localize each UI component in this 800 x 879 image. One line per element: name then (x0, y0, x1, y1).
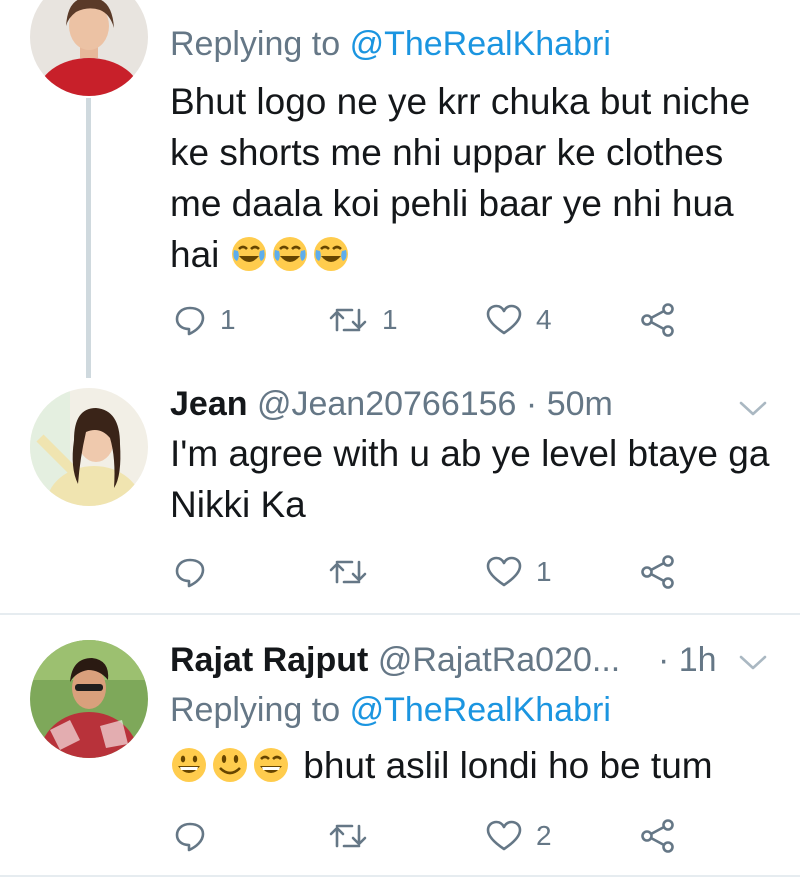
reply-icon (174, 820, 206, 852)
display-name[interactable]: Jean (170, 385, 248, 423)
tears-of-joy-emoji (230, 235, 268, 273)
divider (0, 875, 800, 877)
heart-icon (486, 304, 522, 336)
user-handle[interactable]: @Jean20766156 (257, 385, 517, 423)
share-icon (640, 819, 676, 853)
replying-to: Replying to @TheRealKhabri (170, 24, 611, 64)
timestamp[interactable]: · 1h (658, 641, 717, 679)
mention-link[interactable]: @TheRealKhabri (350, 691, 611, 729)
mention-link[interactable]: @TheRealKhabri (350, 25, 611, 63)
avatar[interactable] (30, 0, 148, 96)
share-icon (640, 555, 676, 589)
like-button[interactable]: 4 (486, 300, 552, 340)
reply-count: 1 (220, 304, 236, 335)
retweet-button[interactable]: 1 (328, 300, 398, 340)
replying-prefix: Replying to (170, 25, 341, 63)
tears-of-joy-emoji (312, 235, 350, 273)
retweet-icon (328, 304, 368, 336)
tweet-text: Bhut logo ne ye krr chuka but niche ke s… (170, 76, 780, 280)
retweet-icon (328, 820, 368, 852)
display-name[interactable]: Rajat Rajput (170, 641, 368, 679)
reply-button[interactable]: 1 (174, 300, 236, 340)
like-button[interactable]: 2 (486, 816, 552, 856)
heart-icon (486, 556, 522, 588)
retweet-button[interactable] (328, 552, 382, 592)
avatar[interactable] (30, 640, 148, 758)
retweet-icon (328, 556, 368, 588)
thread-line (86, 98, 91, 378)
smiling-face-emoji (211, 746, 249, 784)
share-button[interactable] (640, 816, 676, 856)
reply-button[interactable] (174, 816, 220, 856)
timestamp-wrap: · 1h (658, 640, 717, 680)
timestamp[interactable]: · 50m (526, 385, 613, 423)
chevron-down-icon[interactable] (738, 398, 768, 418)
user-handle[interactable]: @RajatRa020... (378, 641, 620, 679)
tweet-2[interactable]: Jean @Jean20766156 · 50m I'm agree with … (0, 380, 800, 614)
avatar[interactable] (30, 388, 148, 506)
tweet-3[interactable]: Rajat Rajput @RajatRa020... · 1h Replyin… (0, 616, 800, 879)
retweet-button[interactable] (328, 816, 382, 856)
heart-icon (486, 820, 522, 852)
grinning-squinting-emoji (252, 746, 290, 784)
tweet-text: bhut aslil londi ho be tum (170, 740, 780, 791)
tweet-actions: 2 (170, 816, 690, 856)
tweet-text-content: bhut aslil londi ho be tum (303, 745, 713, 786)
reply-button[interactable] (174, 552, 220, 592)
tweet-header: Jean @Jean20766156 · 50m (170, 384, 613, 424)
like-count: 4 (536, 304, 552, 335)
like-count: 2 (536, 820, 552, 851)
share-button[interactable] (640, 552, 676, 592)
chevron-down-icon[interactable] (738, 652, 768, 672)
tears-of-joy-emoji (271, 235, 309, 273)
tweet-actions: 1 (170, 552, 690, 592)
reply-icon (174, 556, 206, 588)
tweet-header: Rajat Rajput @RajatRa020... (170, 640, 620, 680)
share-icon (640, 303, 676, 337)
replying-to: Replying to @TheRealKhabri (170, 690, 611, 730)
divider (0, 613, 800, 615)
replying-prefix: Replying to (170, 691, 341, 729)
tweet-actions: 1 1 4 (170, 300, 690, 340)
share-button[interactable] (640, 300, 676, 340)
reply-icon (174, 304, 206, 336)
tweet-text: I'm agree with u ab ye level btaye ga Ni… (170, 433, 770, 525)
retweet-count: 1 (382, 304, 398, 335)
tweet-1[interactable]: Replying to @TheRealKhabri Bhut logo ne … (0, 0, 800, 380)
like-button[interactable]: 1 (486, 552, 552, 592)
grinning-face-emoji (170, 746, 208, 784)
like-count: 1 (536, 556, 552, 587)
